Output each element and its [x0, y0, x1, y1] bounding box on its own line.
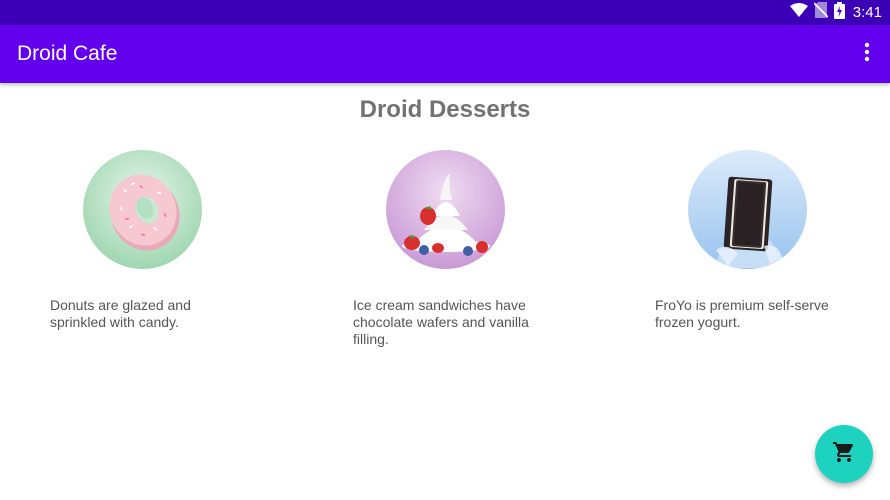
status-icons: 3:41	[789, 0, 882, 25]
page-title: Droid Desserts	[359, 96, 531, 123]
app-title: Droid Cafe	[17, 42, 118, 65]
status-time: 3:41	[852, 4, 882, 21]
shopping-cart-button[interactable]	[815, 425, 873, 483]
froyo-description: Ice cream sandwiches have chocolate wafe…	[353, 297, 529, 347]
app-bar: Droid Cafe	[0, 25, 890, 83]
ice-cream-sandwich-description: FroYo is premium self-serve frozen yogur…	[655, 297, 829, 330]
more-vert-icon	[864, 42, 870, 67]
battery-icon	[833, 1, 845, 24]
ice-cream-sandwich-image[interactable]	[688, 150, 807, 269]
wifi-icon	[789, 3, 808, 22]
shopping-cart-icon	[832, 440, 856, 469]
no-sim-icon	[813, 2, 829, 23]
froyo-image[interactable]	[386, 150, 505, 269]
donut-image[interactable]	[83, 150, 202, 269]
donut-description: Donuts are glazed and sprinkled with can…	[50, 297, 191, 330]
status-bar: 3:41	[0, 0, 890, 25]
overflow-menu-button[interactable]	[854, 39, 880, 69]
